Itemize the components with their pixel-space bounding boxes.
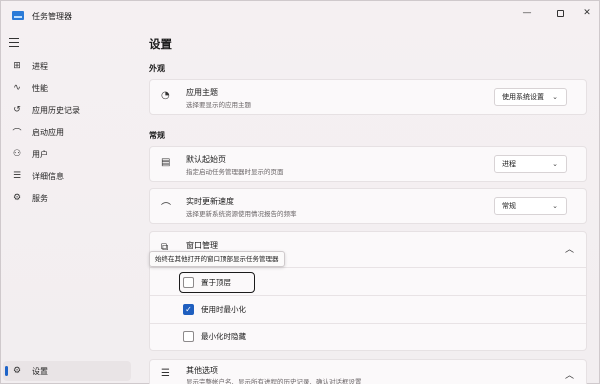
maximize-icon bbox=[556, 9, 564, 17]
always-on-top-option[interactable]: 置于顶层 bbox=[183, 277, 231, 288]
hamburger-menu-button[interactable] bbox=[9, 38, 21, 48]
theme-card: ◔ 应用主题 选择要显示的应用主题 使用系统设置 ⌄ bbox=[149, 79, 587, 115]
startup-icon: ⌒ bbox=[12, 128, 22, 139]
other-options-title: 其他选项 bbox=[186, 366, 218, 375]
always-on-top-tooltip: 始终在其他打开的窗口顶部显示任务管理器 bbox=[149, 251, 285, 267]
task-manager-app-icon bbox=[12, 11, 24, 20]
details-icon: ☰ bbox=[12, 171, 22, 181]
maximize-button[interactable] bbox=[546, 5, 574, 21]
chevron-down-icon: ⌄ bbox=[552, 160, 558, 168]
start-page-dropdown-value: 进程 bbox=[502, 160, 516, 168]
divider bbox=[150, 267, 586, 268]
chevron-down-icon: ⌄ bbox=[552, 202, 558, 210]
hide-when-minimized-option[interactable]: 最小化时隐藏 bbox=[183, 331, 246, 342]
performance-icon: ∿ bbox=[13, 83, 21, 93]
sidebar-item-processes[interactable]: ⊞ 进程 bbox=[3, 56, 131, 76]
start-page-desc: 指定启动任务管理器时显示的页面 bbox=[186, 168, 284, 176]
minimize-on-use-label: 使用时最小化 bbox=[201, 305, 246, 314]
app-title: 任务管理器 bbox=[32, 12, 72, 21]
section-title-general: 常规 bbox=[149, 131, 165, 140]
theme-dropdown-value: 使用系统设置 bbox=[502, 93, 544, 101]
update-speed-card: ⌒ 实时更新速度 选择更新系统资源使用情况报告的频率 常规 ⌄ bbox=[149, 188, 587, 224]
section-title-appearance: 外观 bbox=[149, 64, 165, 73]
chevron-up-icon[interactable]: ︿ bbox=[565, 368, 574, 381]
speed-icon: ⌒ bbox=[161, 203, 171, 214]
always-on-top-checkbox[interactable] bbox=[183, 277, 194, 288]
divider bbox=[150, 295, 586, 296]
task-manager-window: 任务管理器 — ✕ ⊞ 进程 ∿ 性能 ↺ 应用历史记录 ⌒ 启动应用 ⚇ 用户… bbox=[0, 0, 600, 384]
hide-when-minimized-checkbox[interactable] bbox=[183, 331, 194, 342]
theme-title: 应用主题 bbox=[186, 88, 218, 97]
sidebar-item-details[interactable]: ☰ 详细信息 bbox=[3, 166, 131, 186]
theme-dropdown[interactable]: 使用系统设置 ⌄ bbox=[494, 88, 567, 106]
gear-icon: ⚙ bbox=[12, 366, 22, 376]
sidebar-item-app-history[interactable]: ↺ 应用历史记录 bbox=[3, 100, 131, 120]
update-speed-dropdown-value: 常规 bbox=[502, 202, 516, 210]
title-bar: 任务管理器 — ✕ bbox=[1, 1, 599, 29]
page-title: 设置 bbox=[149, 37, 172, 51]
hide-when-minimized-label: 最小化时隐藏 bbox=[201, 332, 246, 341]
minimize-on-use-option[interactable]: ✓ 使用时最小化 bbox=[183, 304, 246, 315]
divider bbox=[150, 323, 586, 324]
minimize-button[interactable]: — bbox=[513, 5, 541, 21]
services-icon: ⚙ bbox=[12, 193, 22, 203]
chevron-down-icon: ⌄ bbox=[552, 93, 558, 101]
processes-icon: ⊞ bbox=[13, 61, 21, 71]
sidebar-item-services[interactable]: ⚙ 服务 bbox=[3, 188, 131, 208]
update-speed-dropdown[interactable]: 常规 ⌄ bbox=[494, 197, 567, 215]
minimize-on-use-checkbox[interactable]: ✓ bbox=[183, 304, 194, 315]
sidebar-item-startup-apps[interactable]: ⌒ 启动应用 bbox=[3, 122, 131, 142]
update-speed-desc: 选择更新系统资源使用情况报告的频率 bbox=[186, 210, 297, 218]
list-options-icon: ☰ bbox=[161, 368, 170, 379]
sidebar-item-users[interactable]: ⚇ 用户 bbox=[3, 144, 131, 164]
theme-desc: 选择要显示的应用主题 bbox=[186, 101, 251, 109]
always-on-top-label: 置于顶层 bbox=[201, 278, 231, 287]
chevron-up-icon[interactable]: ︿ bbox=[565, 242, 574, 255]
users-icon: ⚇ bbox=[12, 149, 22, 159]
history-icon: ↺ bbox=[13, 105, 21, 115]
window-management-title: 窗口管理 bbox=[186, 241, 218, 250]
sidebar-item-performance[interactable]: ∿ 性能 bbox=[3, 78, 131, 98]
start-page-card: ▤ 默认起始页 指定启动任务管理器时显示的页面 进程 ⌄ bbox=[149, 146, 587, 182]
other-options-card: ☰ 其他选项 显示完整帐户名、显示所有进程的历史记录、确认对话框设置 ︿ bbox=[149, 359, 587, 384]
start-page-dropdown[interactable]: 进程 ⌄ bbox=[494, 155, 567, 173]
palette-icon: ◔ bbox=[161, 90, 170, 101]
close-button[interactable]: ✕ bbox=[573, 5, 600, 21]
start-page-title: 默认起始页 bbox=[186, 155, 226, 164]
sidebar-item-settings[interactable]: ⚙ 设置 bbox=[3, 361, 131, 381]
update-speed-title: 实时更新速度 bbox=[186, 197, 234, 206]
other-options-desc: 显示完整帐户名、显示所有进程的历史记录、确认对话框设置 bbox=[186, 378, 362, 384]
start-page-icon: ▤ bbox=[161, 157, 171, 168]
